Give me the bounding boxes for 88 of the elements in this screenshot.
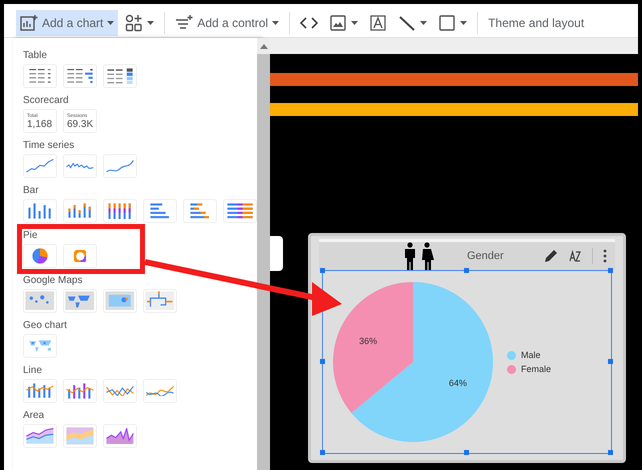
theme-layout-button[interactable]: Theme and layout: [484, 10, 588, 36]
bar-chart-icon: [150, 203, 170, 219]
selection-frame[interactable]: [322, 270, 612, 454]
more-options-icon[interactable]: [603, 249, 607, 263]
chart-type-button[interactable]: [23, 424, 57, 448]
sort-icon[interactable]: [568, 249, 582, 263]
world-map-icon: [28, 340, 52, 352]
stacked-combo-chart-icon: [66, 383, 94, 399]
resize-handle[interactable]: [608, 268, 613, 273]
chart-plus-icon: [20, 14, 38, 32]
heat-map-icon: [105, 291, 135, 311]
area-spike-chart-icon: [106, 428, 134, 444]
section-label: Geo chart: [23, 320, 67, 332]
slice-value-label: 64%: [448, 378, 467, 388]
legend-label: Female: [521, 364, 552, 374]
chart-title: Gender: [467, 250, 504, 262]
chart-type-button[interactable]: [143, 379, 177, 403]
resize-handle[interactable]: [608, 450, 613, 455]
section-label: Bar: [23, 185, 39, 197]
chart-type-button[interactable]: [63, 244, 97, 268]
image-icon: [329, 14, 348, 32]
chart-type-button[interactable]: [23, 289, 57, 313]
resize-handle[interactable]: [320, 450, 325, 455]
chart-type-button[interactable]: [23, 154, 57, 178]
bubble-map-icon: [25, 291, 55, 311]
chart-type-button[interactable]: [223, 199, 257, 223]
shapes-plus-icon: [125, 14, 144, 32]
section-label: Pie: [23, 230, 38, 242]
smooth-line-icon: [146, 386, 174, 396]
chart-type-button[interactable]: [23, 64, 57, 88]
add-control-button[interactable]: Add a control: [171, 10, 284, 36]
chart-type-button[interactable]: [143, 289, 177, 313]
chart-type-button[interactable]: [183, 199, 217, 223]
filled-map-icon: [65, 291, 95, 311]
combo-chart-icon: [26, 383, 54, 399]
chart-type-button[interactable]: [63, 199, 97, 223]
slice-value-label: 36%: [359, 336, 378, 346]
resize-handle[interactable]: [320, 359, 325, 364]
section-label: Area: [23, 410, 44, 422]
chart-type-button[interactable]: [63, 154, 97, 178]
stacked-area-chart-icon: [66, 427, 94, 445]
section-label: Scorecard: [23, 95, 69, 107]
chart-type-button[interactable]: [103, 64, 137, 88]
chart-type-button[interactable]: [23, 379, 57, 403]
sparkline-icon: [66, 163, 94, 169]
chart-type-button[interactable]: [23, 244, 57, 268]
pencil-icon[interactable]: [544, 249, 558, 263]
chart-type-button[interactable]: [63, 64, 97, 88]
donut-chart-icon: [74, 250, 86, 262]
chart-type-button[interactable]: [103, 154, 137, 178]
table-bars-icon: [66, 69, 94, 83]
full-stacked-bar-icon: [226, 203, 254, 219]
section-label: Google Maps: [23, 275, 82, 287]
filter-plus-icon: [175, 14, 194, 32]
stacked-bar-icon: [190, 203, 210, 219]
line-map-icon: [145, 291, 175, 311]
table-heatmap-icon: [106, 68, 134, 84]
line-chart-icon: [106, 386, 134, 396]
add-chart-button[interactable]: Add a chart: [16, 10, 118, 36]
chart-type-button[interactable]: [103, 289, 137, 313]
section-label: Time series: [23, 140, 74, 152]
area-chart-icon: [26, 428, 54, 444]
line-icon: [398, 14, 416, 32]
section-label: Line: [23, 365, 42, 377]
resize-handle[interactable]: [464, 450, 469, 455]
full-stacked-column-icon: [108, 202, 132, 220]
square-icon: [438, 14, 456, 32]
stacked-column-icon: [68, 203, 92, 219]
chart-type-button[interactable]: [103, 424, 137, 448]
line-chart-icon: [26, 159, 54, 173]
resize-handle[interactable]: [464, 268, 469, 273]
scroll-up-arrow-icon[interactable]: [260, 44, 268, 49]
chart-type-button[interactable]: [143, 199, 177, 223]
chart-type-button[interactable]: [103, 379, 137, 403]
resize-handle[interactable]: [608, 359, 613, 364]
table-icon: [29, 69, 51, 83]
chart-type-button[interactable]: [23, 199, 57, 223]
resize-handle[interactable]: [320, 268, 325, 273]
chart-type-button[interactable]: [63, 289, 97, 313]
legend-label: Male: [521, 350, 541, 360]
pie-chart-icon: [32, 248, 48, 264]
chart-card[interactable]: Gender 64% 36% Male Female: [308, 233, 626, 463]
text-box-icon: [369, 14, 388, 32]
column-chart-icon: [28, 203, 52, 219]
smooth-line-icon: [106, 160, 134, 172]
section-label: Table: [23, 50, 47, 62]
chart-type-button[interactable]: [103, 199, 137, 223]
chart-type-button[interactable]: [63, 379, 97, 403]
